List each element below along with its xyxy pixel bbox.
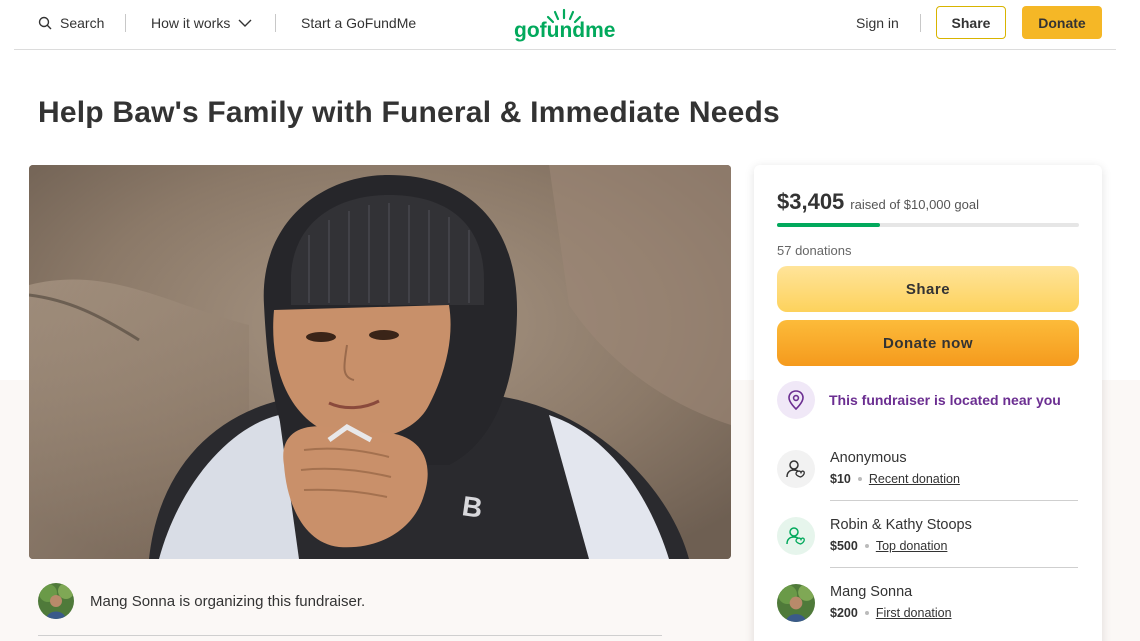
chevron-down-icon	[238, 19, 252, 27]
hero-photo: B	[29, 165, 731, 559]
nav-separator	[275, 14, 276, 32]
logo-icon: gofundme	[514, 8, 615, 42]
donor-amount: $500	[830, 539, 858, 553]
donations-count: 57 donations	[777, 243, 852, 258]
separator-dot	[864, 544, 869, 548]
donor-name: Robin & Kathy Stoops	[830, 517, 972, 533]
donor-meta: $500 Top donation	[830, 539, 947, 553]
donation-item: Mang Sonna $200 First donation	[777, 582, 1079, 641]
donor-name: Anonymous	[830, 450, 907, 466]
search-link[interactable]: Search	[38, 14, 104, 32]
divider	[38, 635, 662, 636]
nearby-text: This fundraiser is located near you	[829, 392, 1061, 408]
separator-dot	[857, 477, 862, 481]
raised-amount: $3,405	[777, 189, 845, 214]
organizer-text: Mang Sonna is organizing this fundraiser…	[90, 592, 366, 610]
donor-amount: $200	[830, 606, 858, 620]
search-label: Search	[60, 15, 105, 31]
donate-now-button[interactable]: Donate now	[777, 320, 1079, 366]
raised-summary: $3,405 raised of $10,000 goal	[777, 189, 979, 215]
donor-icon-green	[777, 517, 815, 555]
donor-meta: $200 First donation	[830, 606, 952, 620]
raised-goal: raised of $10,000 goal	[850, 197, 979, 212]
divider	[830, 567, 1078, 568]
recent-donation-link[interactable]: Recent donation	[869, 472, 960, 486]
search-icon	[38, 16, 52, 30]
separator-dot	[864, 611, 869, 615]
location-pin-icon	[777, 381, 815, 419]
donor-avatar	[777, 584, 815, 622]
header-share-button[interactable]: Share	[936, 6, 1006, 39]
svg-text:B: B	[460, 490, 484, 524]
header-donate-button[interactable]: Donate	[1022, 6, 1102, 39]
gofundme-logo[interactable]: gofundme	[514, 4, 618, 42]
svg-text:gofundme: gofundme	[514, 19, 615, 42]
donation-card: $3,405 raised of $10,000 goal 57 donatio…	[754, 165, 1102, 641]
donor-name: Mang Sonna	[830, 584, 913, 600]
how-it-works-label: How it works	[151, 15, 231, 31]
divider	[830, 500, 1078, 501]
progress-fill	[777, 223, 880, 227]
donation-item: Robin & Kathy Stoops $500 Top donation	[777, 515, 1079, 581]
nearby-notice: This fundraiser is located near you	[777, 381, 1061, 419]
sign-in-label: Sign in	[856, 15, 899, 31]
how-it-works-menu[interactable]: How it works	[151, 14, 252, 32]
avatar-photo	[38, 583, 74, 619]
progress-bar	[777, 223, 1079, 227]
top-donation-link[interactable]: Top donation	[876, 539, 948, 553]
avatar-photo	[777, 584, 815, 622]
donation-item: Anonymous $10 Recent donation	[777, 448, 1079, 514]
page-title: Help Baw's Family with Funeral & Immedia…	[38, 96, 780, 129]
donor-meta: $10 Recent donation	[830, 472, 960, 486]
donor-amount: $10	[830, 472, 851, 486]
first-donation-link[interactable]: First donation	[876, 606, 952, 620]
share-button[interactable]: Share	[777, 266, 1079, 312]
fundraiser-hero-image[interactable]: B	[29, 165, 731, 559]
organizer-row: Mang Sonna is organizing this fundraiser…	[38, 583, 365, 619]
nav-separator	[125, 14, 126, 32]
top-navbar: Search How it works Start a GoFundMe gof…	[14, 0, 1116, 50]
organizer-avatar[interactable]	[38, 583, 74, 619]
nav-separator	[920, 14, 921, 32]
donor-icon	[777, 450, 815, 488]
start-gofundme-label: Start a GoFundMe	[301, 15, 417, 31]
sign-in-link[interactable]: Sign in	[856, 14, 899, 32]
start-gofundme-link[interactable]: Start a GoFundMe	[301, 14, 416, 32]
